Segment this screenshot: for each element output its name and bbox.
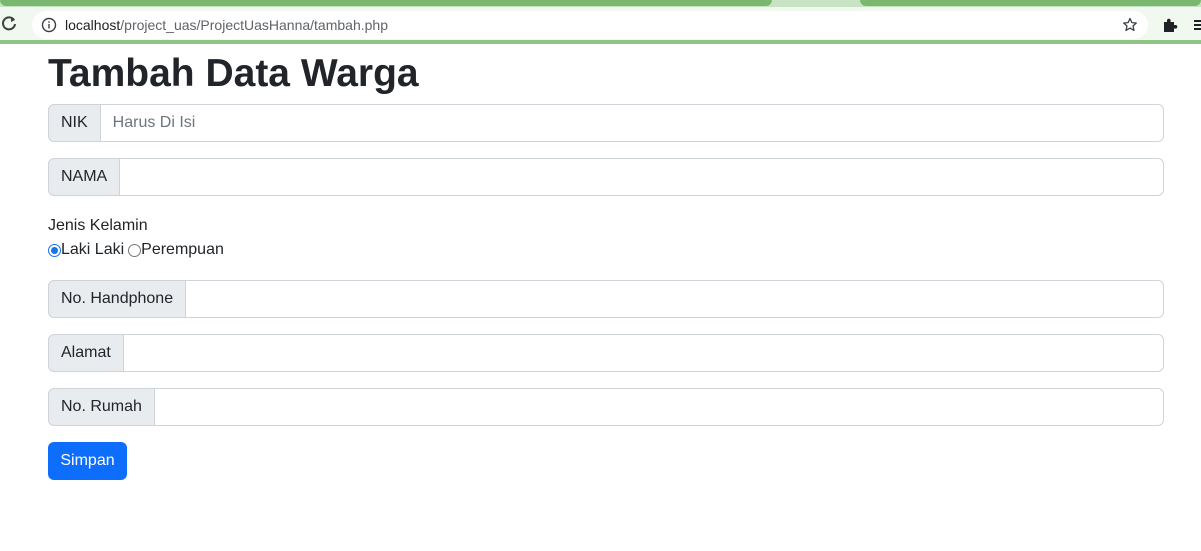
page-content: Tambah Data Warga NIK NAMA Jenis Kelamin… [48,44,1164,480]
menu-icon[interactable] [1192,17,1201,33]
alamat-group: Alamat [48,334,1164,372]
reload-icon[interactable] [0,12,18,36]
gender-label: Jenis Kelamin [48,217,148,234]
alamat-label: Alamat [48,334,124,372]
nik-input[interactable] [100,104,1164,142]
radio-perempuan-label: Perempuan [141,241,224,258]
rumah-input[interactable] [154,388,1164,426]
nama-input[interactable] [120,158,1164,196]
nik-label: NIK [48,104,101,142]
gender-section: Jenis Kelamin Laki Laki Perempuan [48,214,1164,262]
radio-laki-laki[interactable]: Laki Laki [48,238,124,262]
radio-checked-icon[interactable] [48,243,61,257]
nik-group: NIK [48,104,1164,142]
rumah-label: No. Rumah [48,388,155,426]
radio-unchecked-icon[interactable] [128,243,142,257]
nama-label: NAMA [48,158,121,196]
radio-laki-laki-label: Laki Laki [61,241,125,258]
alamat-input[interactable] [123,334,1164,372]
url-path: /project_uas/ProjectUasHanna/tambah.php [120,17,388,33]
star-icon[interactable] [1121,16,1139,34]
extensions-icon[interactable] [1161,16,1179,34]
browser-tab[interactable] [860,0,1201,6]
address-bar[interactable]: localhost/project_uas/ProjectUasHanna/ta… [32,11,1148,39]
url-text[interactable]: localhost/project_uas/ProjectUasHanna/ta… [65,17,388,33]
nama-group: NAMA [48,158,1164,196]
handphone-group: No. Handphone [48,280,1164,318]
page-title: Tambah Data Warga [48,52,419,95]
handphone-label: No. Handphone [48,280,187,318]
tab-strip [0,0,1201,7]
rumah-group: No. Rumah [48,388,1164,426]
gender-radio-group: Laki Laki Perempuan [48,238,1164,262]
info-icon[interactable] [41,17,57,33]
handphone-input[interactable] [186,280,1164,318]
browser-tab[interactable] [0,0,772,6]
save-button[interactable]: Simpan [48,442,127,480]
radio-perempuan[interactable]: Perempuan [128,238,224,262]
url-host: localhost [65,17,121,33]
